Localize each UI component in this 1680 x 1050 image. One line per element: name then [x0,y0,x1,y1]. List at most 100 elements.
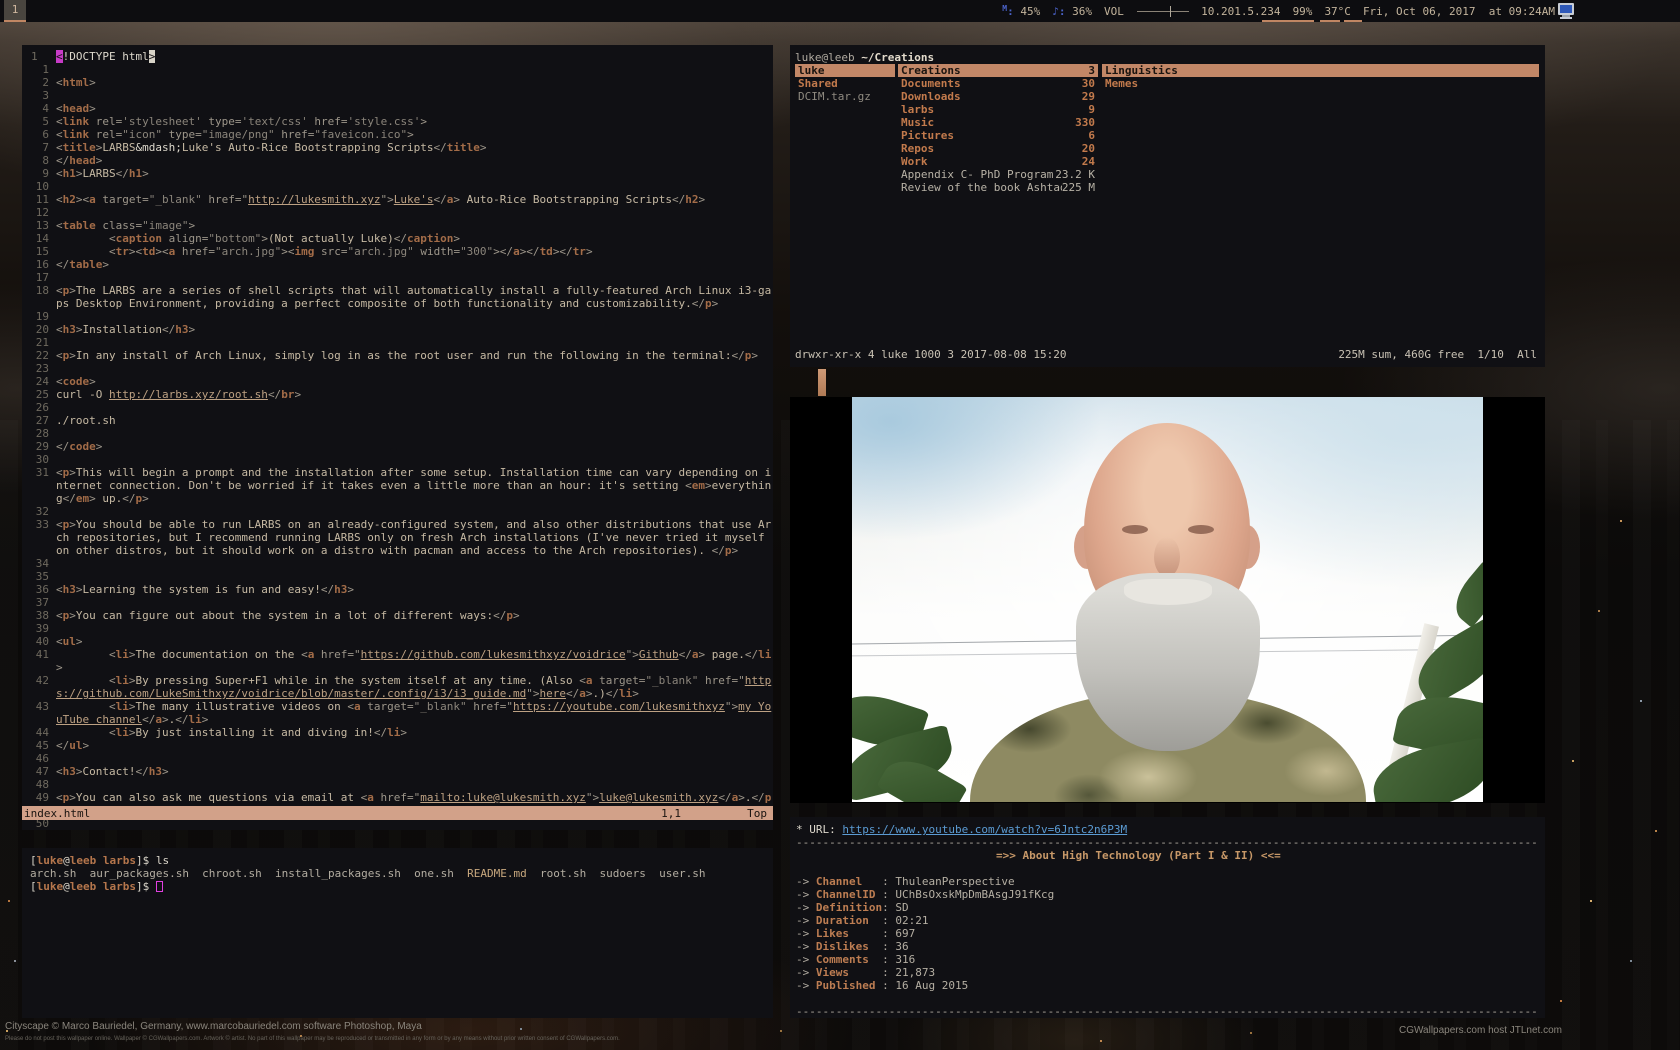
vim-line[interactable]: 12 [24,206,773,219]
vim-line[interactable]: 33<p>You should be able to run LARBS on … [24,518,773,557]
ranger-row[interactable]: larbs9 [898,103,1098,116]
temp-underline [1344,20,1362,22]
vim-line[interactable]: 4<head> [24,102,773,115]
vim-line[interactable]: 3 [24,89,773,102]
ranger-row[interactable]: Linguistics [1102,64,1539,77]
vim-line[interactable]: 36<h3>Learning the system is fun and eas… [24,583,773,596]
ranger-row[interactable]: Repos20 [898,142,1098,155]
info-field-row: -> Definition: SD [796,901,1539,914]
vim-line-content [56,453,773,466]
vim-line-content [56,778,773,791]
ranger-row[interactable]: Memes [1102,77,1539,90]
vim-line[interactable]: 30 [24,453,773,466]
vim-line[interactable]: 26 [24,401,773,414]
ranger-row[interactable]: Work24 [898,155,1098,168]
vim-line[interactable]: 44 <li>By just installing it and diving … [24,726,773,739]
vim-line[interactable]: 24<code> [24,375,773,388]
vim-line[interactable]: 20<h3>Installation</h3> [24,323,773,336]
vim-line-number: 28 [24,427,56,440]
vim-line[interactable]: 6<link rel="icon" type="image/png" href=… [24,128,773,141]
vim-line[interactable]: 19 [24,310,773,323]
vim-line-number: 45 [24,739,56,752]
video-info-terminal[interactable]: * URL: https://www.youtube.com/watch?v=6… [790,817,1545,1018]
vim-line-number: 1 [24,50,56,63]
vim-line[interactable]: 43 <li>The many illustrative videos on <… [24,700,773,726]
vim-line[interactable]: 25curl -O http://larbs.xyz/root.sh</br> [24,388,773,401]
vim-line[interactable]: 5<link rel='stylesheet' type='text/css' … [24,115,773,128]
vim-line[interactable]: 10 [24,180,773,193]
vim-line-content: <li>The documentation on the <a href="ht… [56,648,773,674]
vim-line[interactable]: 14 <caption align="bottom">(Not actually… [24,232,773,245]
vim-line[interactable]: 31<p>This will begin a prompt and the in… [24,466,773,505]
vim-line[interactable]: 1 [24,63,773,76]
ranger-row[interactable]: Appendix C- PhD Program.docx23.2 K [898,168,1098,181]
vim-buffer[interactable]: 1<!DOCTYPE html>12<html>34<head>5<link r… [22,50,773,830]
vim-line[interactable]: 18<p>The LARBS are a series of shell scr… [24,284,773,310]
ranger-statusbar: drwxr-xr-x 4 luke 1000 3 2017-08-08 15:2… [790,348,1545,361]
ranger-row[interactable]: Music330 [898,116,1098,129]
vim-line[interactable]: 45</ul> [24,739,773,752]
vim-line[interactable]: 42 <li>By pressing Super+F1 while in the… [24,674,773,700]
mpv-video-window[interactable] [790,397,1545,803]
vim-line-number: 25 [24,388,56,401]
vim-line[interactable]: 40<ul> [24,635,773,648]
info-field-colon: : [882,979,895,992]
vim-line[interactable]: 46 [24,752,773,765]
ranger-row[interactable]: Shared [795,77,895,90]
vim-line[interactable]: 21 [24,336,773,349]
info-field-colon: : [882,953,895,966]
vim-line-content [56,336,773,349]
workspace-button[interactable]: 1 [4,0,26,22]
shell-cursor[interactable] [156,881,163,892]
vim-line-number: 10 [24,180,56,193]
youtube-url-link[interactable]: https://www.youtube.com/watch?v=6Jntc2n6… [842,823,1127,836]
info-field-colon: : [882,966,895,979]
vim-line[interactable]: 23 [24,362,773,375]
ranger-row[interactable]: Creations3 [898,64,1098,77]
ranger-row[interactable]: luke [795,64,895,77]
vim-line[interactable]: 48 [24,778,773,791]
vim-line[interactable]: 8</head> [24,154,773,167]
ranger-row[interactable]: Pictures6 [898,129,1098,142]
vim-line-content [56,310,773,323]
vim-line[interactable]: 28 [24,427,773,440]
vim-line[interactable]: 34 [24,557,773,570]
vim-line[interactable]: 39 [24,622,773,635]
vim-line-content: <!DOCTYPE html> [56,50,773,63]
vim-line[interactable]: 15 <tr><td><a href="arch.jpg"><img src="… [24,245,773,258]
memory-value: 45% [1020,5,1040,18]
vim-line-number: 7 [24,141,56,154]
vim-line[interactable]: 27./root.sh [24,414,773,427]
ranger-row[interactable]: Documents30 [898,77,1098,90]
vim-terminal-window[interactable]: 1<!DOCTYPE html>12<html>34<head>5<link r… [22,45,773,830]
vim-line[interactable]: 7<title>LARBS&mdash;Luke's Auto-Rice Boo… [24,141,773,154]
video-frame[interactable] [852,397,1483,802]
vim-line[interactable]: 9<h1>LARBS</h1> [24,167,773,180]
ranger-window[interactable]: luke@leeb ~/Creations lukeSharedDCIM.tar… [790,45,1545,367]
tray-computer-icon[interactable] [1556,3,1578,19]
shell-prompt-line[interactable]: [luke@leeb larbs]$ [30,880,765,893]
vim-line[interactable]: 2<html> [24,76,773,89]
ranger-row[interactable]: DCIM.tar.gz [795,90,895,103]
vim-line[interactable]: 29</code> [24,440,773,453]
volume-slider-handle[interactable] [1170,6,1171,17]
vim-line[interactable]: 41 <li>The documentation on the <a href=… [24,648,773,674]
vim-line[interactable]: 22<p>In any install of Arch Linux, simpl… [24,349,773,362]
shell-terminal-window[interactable]: [luke@leeb larbs]$ ls arch.sh aur_packag… [22,848,773,1018]
vim-line[interactable]: 37 [24,596,773,609]
vim-line[interactable]: 32 [24,505,773,518]
ranger-row[interactable]: Review of the book Ashtadhya~.mkv225 M [898,181,1098,194]
vim-line[interactable]: 13<table class="image"> [24,219,773,232]
music-note-icon: ♪ [1052,5,1059,18]
vim-line[interactable]: 16</table> [24,258,773,271]
vim-line[interactable]: 1<!DOCTYPE html> [24,50,773,63]
vim-line[interactable]: 47<h3>Contact!</h3> [24,765,773,778]
vim-line[interactable]: 35 [24,570,773,583]
vim-line[interactable]: 11<h2><a target="_blank" href="http://lu… [24,193,773,206]
vim-line[interactable]: 38<p>You can figure out about the system… [24,609,773,622]
vim-line[interactable]: 17 [24,271,773,284]
volume-slider[interactable] [1137,11,1189,12]
vim-line-number: 33 [24,518,56,557]
vim-line-number: 40 [24,635,56,648]
ranger-row[interactable]: Downloads29 [898,90,1098,103]
